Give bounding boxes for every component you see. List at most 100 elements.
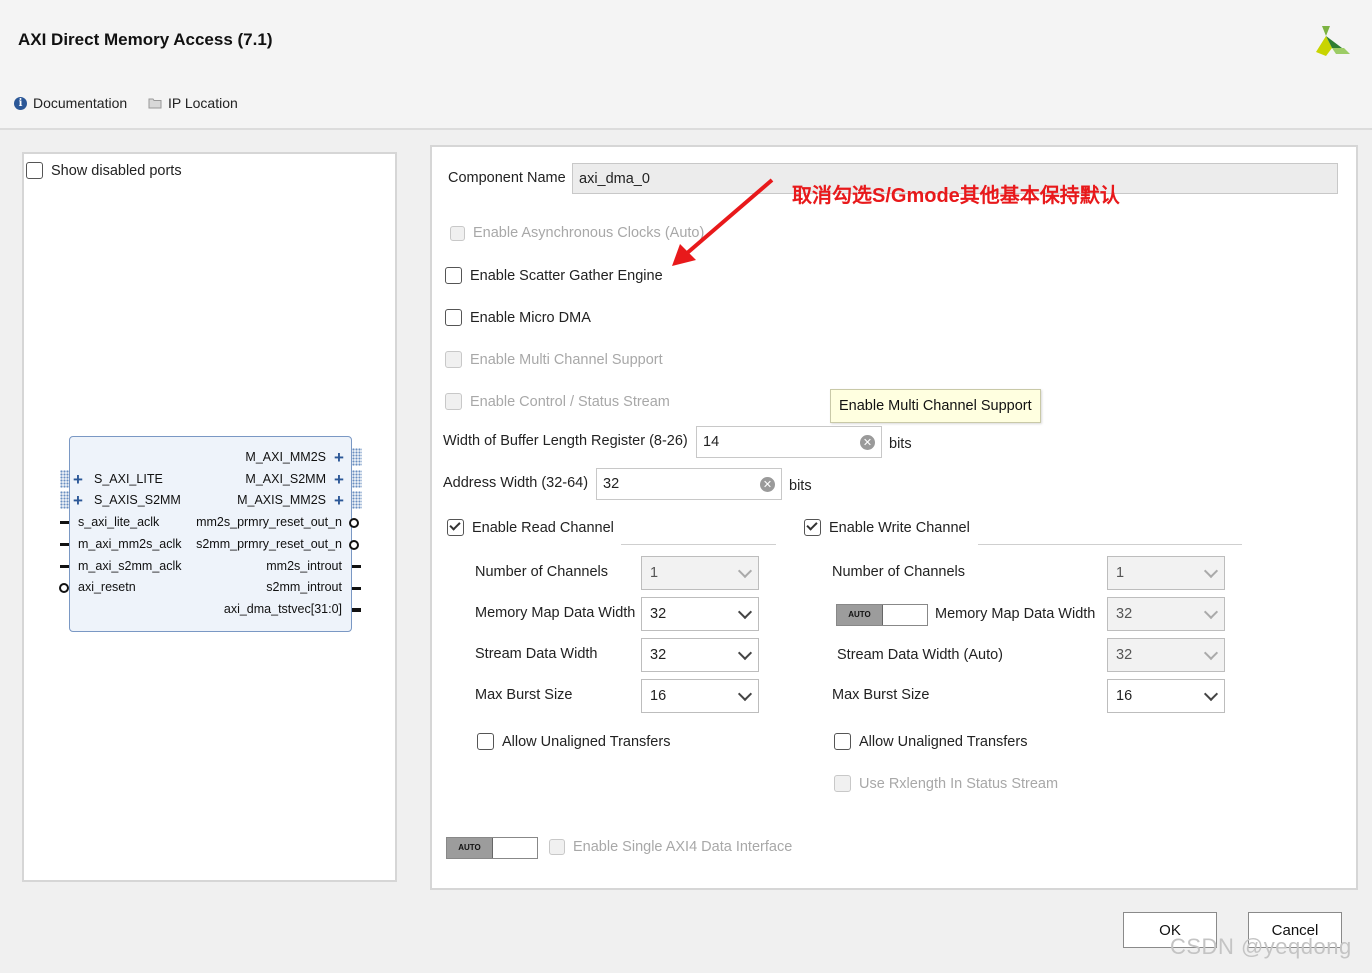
read-burst-value: 16 <box>650 688 667 704</box>
read-stream-width-value: 32 <box>650 647 667 663</box>
expand-bus-icon[interactable]: + <box>73 471 83 488</box>
micro-dma-checkbox[interactable] <box>445 309 462 326</box>
single-axi4-checkbox <box>549 839 565 855</box>
expand-bus-icon[interactable]: + <box>334 471 344 488</box>
port-mm2s-prmry-reset-out-n: mm2s_prmry_reset_out_n <box>196 515 342 529</box>
multi-channel-label: Enable Multi Channel Support <box>470 351 663 368</box>
documentation-label: Documentation <box>33 95 128 111</box>
read-mm-width-label: Memory Map Data Width <box>475 605 636 621</box>
auto-toggle-knob: AUTO <box>447 838 493 858</box>
single-axi4-label: Enable Single AXI4 Data Interface <box>573 839 793 855</box>
read-unaligned-checkbox[interactable] <box>477 733 494 750</box>
write-unaligned-option[interactable]: Allow Unaligned Transfers <box>834 733 1027 750</box>
async-clocks-checkbox <box>450 225 465 241</box>
write-mm-width-select: 32 <box>1107 597 1225 631</box>
expand-bus-icon[interactable]: + <box>334 492 344 509</box>
multi-channel-checkbox <box>445 351 462 368</box>
port-s2mm-prmry-reset-out-n: s2mm_prmry_reset_out_n <box>196 537 342 551</box>
write-num-channels-value: 1 <box>1116 565 1125 581</box>
buffer-width-label: Width of Buffer Length Register (8-26) <box>443 433 688 449</box>
port-wire <box>60 521 69 524</box>
tooltip: Enable Multi Channel Support <box>830 389 1041 423</box>
micro-dma-option[interactable]: Enable Micro DMA <box>445 309 591 326</box>
multi-channel-option: Enable Multi Channel Support <box>445 351 663 368</box>
read-unaligned-label: Allow Unaligned Transfers <box>502 733 671 750</box>
port-m-axi-mm2s: M_AXI_MM2S <box>245 450 326 464</box>
buffer-width-unit: bits <box>889 436 912 452</box>
section-divider <box>978 544 1242 545</box>
scatter-gather-label: Enable Scatter Gather Engine <box>470 267 663 284</box>
bus-connector-icon <box>352 470 362 488</box>
write-burst-select[interactable]: 16 <box>1107 679 1225 713</box>
micro-dma-label: Enable Micro DMA <box>470 309 591 326</box>
write-stream-width-label: Stream Data Width (Auto) <box>837 647 1003 663</box>
read-channel-checkbox[interactable] <box>447 519 464 536</box>
port-wire <box>352 565 361 568</box>
port-s-axi-lite-aclk: s_axi_lite_aclk <box>78 515 160 529</box>
scatter-gather-option[interactable]: Enable Scatter Gather Engine <box>445 267 663 284</box>
control-status-checkbox <box>445 393 462 410</box>
ip-location-link[interactable]: IP Location <box>148 95 238 111</box>
write-stream-width-value: 32 <box>1116 647 1133 663</box>
bus-wire <box>352 608 361 612</box>
read-unaligned-option[interactable]: Allow Unaligned Transfers <box>477 733 670 750</box>
write-unaligned-checkbox[interactable] <box>834 733 851 750</box>
show-disabled-ports-checkbox[interactable] <box>26 162 43 179</box>
address-width-unit: bits <box>789 478 812 494</box>
ip-location-label: IP Location <box>168 95 238 111</box>
chevron-down-icon <box>1203 686 1219 701</box>
read-channel-option[interactable]: Enable Read Channel <box>447 519 614 536</box>
address-width-label: Address Width (32-64) <box>443 475 589 491</box>
write-stream-width-select: 32 <box>1107 638 1225 672</box>
chevron-down-icon <box>737 686 753 701</box>
dialog-title: AXI Direct Memory Access (7.1) <box>18 30 273 49</box>
clear-icon[interactable]: ✕ <box>760 476 775 492</box>
component-name-label: Component Name <box>448 170 566 186</box>
write-mm-width-label: Memory Map Data Width <box>935 606 1096 622</box>
watermark: CSDN @yeqdong <box>1170 934 1352 959</box>
write-mm-width-auto-toggle[interactable]: AUTO <box>836 604 928 626</box>
write-channel-label: Enable Write Channel <box>829 519 970 536</box>
port-mm2s-introut: mm2s_introut <box>266 559 342 573</box>
annotation-arrow-icon <box>672 178 774 266</box>
single-axi4-auto-toggle[interactable]: AUTO <box>446 837 538 859</box>
info-icon: i <box>14 96 27 110</box>
active-low-port-icon <box>349 518 359 528</box>
write-burst-label: Max Burst Size <box>832 687 930 703</box>
buffer-width-value: 14 <box>703 434 720 450</box>
scatter-gather-checkbox[interactable] <box>445 267 462 284</box>
documentation-link[interactable]: i Documentation <box>14 95 127 111</box>
read-burst-label: Max Burst Size <box>475 687 573 703</box>
buffer-width-field[interactable]: 14 ✕ <box>696 426 882 458</box>
xilinx-logo-icon <box>1312 22 1354 65</box>
chevron-down-icon <box>1203 563 1219 578</box>
clear-icon[interactable]: ✕ <box>860 434 875 450</box>
port-m-axis-mm2s: M_AXIS_MM2S <box>237 493 326 507</box>
port-s2mm-introut: s2mm_introut <box>266 580 342 594</box>
rxlength-checkbox <box>834 775 851 792</box>
port-m-axi-mm2s-aclk: m_axi_mm2s_aclk <box>78 537 182 551</box>
show-disabled-ports-option[interactable]: Show disabled ports <box>26 162 182 179</box>
bus-connector-icon <box>60 491 70 509</box>
read-num-channels-select: 1 <box>641 556 759 590</box>
address-width-field[interactable]: 32 ✕ <box>596 468 782 500</box>
port-wire <box>60 565 69 568</box>
read-channel-label: Enable Read Channel <box>472 519 614 536</box>
write-channel-option[interactable]: Enable Write Channel <box>804 519 970 536</box>
active-low-port-icon <box>349 540 359 550</box>
expand-bus-icon[interactable]: + <box>334 449 344 466</box>
control-status-option: Enable Control / Status Stream <box>445 393 670 410</box>
read-mm-width-select[interactable]: 32 <box>641 597 759 631</box>
write-channel-checkbox[interactable] <box>804 519 821 536</box>
chevron-down-icon <box>1203 604 1219 619</box>
read-mm-width-value: 32 <box>650 606 667 622</box>
chevron-down-icon <box>1203 645 1219 660</box>
expand-bus-icon[interactable]: + <box>73 492 83 509</box>
read-stream-width-select[interactable]: 32 <box>641 638 759 672</box>
section-divider <box>621 544 776 545</box>
folder-icon <box>148 98 162 109</box>
single-axi4-option: Enable Single AXI4 Data Interface <box>549 839 792 855</box>
port-m-axi-s2mm: M_AXI_S2MM <box>245 472 326 486</box>
chevron-down-icon <box>737 645 753 660</box>
read-burst-select[interactable]: 16 <box>641 679 759 713</box>
